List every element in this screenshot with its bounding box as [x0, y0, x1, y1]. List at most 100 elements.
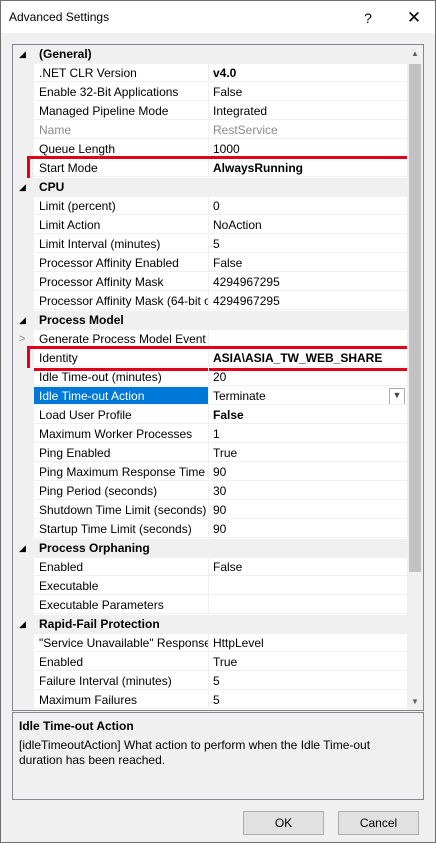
property-value[interactable]: Terminate ▼: [209, 387, 407, 405]
row-gutter: [13, 501, 34, 520]
property-row[interactable]: Startup Time Limit (seconds) 90: [13, 520, 407, 539]
scroll-up-arrow-icon[interactable]: ▲: [407, 45, 423, 62]
property-name[interactable]: Limit Action: [34, 216, 209, 234]
category-row[interactable]: ◢ (General): [13, 45, 407, 64]
property-name[interactable]: Managed Pipeline Mode: [34, 102, 209, 120]
property-value[interactable]: NoAction: [209, 216, 407, 234]
property-row[interactable]: Executable Parameters: [13, 596, 407, 615]
property-value[interactable]: [209, 596, 407, 614]
collapse-toggle-icon[interactable]: ◢: [19, 178, 31, 197]
property-name[interactable]: Ping Period (seconds): [34, 482, 209, 500]
category-row[interactable]: ◢ Process Model: [13, 311, 407, 330]
scroll-down-arrow-icon[interactable]: ▼: [407, 693, 423, 710]
property-row[interactable]: Ping Period (seconds) 30: [13, 482, 407, 501]
close-button[interactable]: ✕: [393, 2, 435, 34]
property-row[interactable]: .NET CLR Version v4.0: [13, 64, 407, 83]
dropdown-arrow-icon[interactable]: ▼: [389, 388, 405, 404]
scrollbar-thumb[interactable]: [409, 64, 421, 572]
property-value[interactable]: 4294967295: [209, 292, 407, 310]
property-name[interactable]: Enable 32-Bit Applications: [34, 83, 209, 101]
property-value[interactable]: 5: [209, 672, 407, 690]
property-row[interactable]: Enabled False: [13, 558, 407, 577]
collapse-toggle-icon[interactable]: ◢: [19, 539, 31, 558]
category-row[interactable]: ◢ Process Orphaning: [13, 539, 407, 558]
property-name[interactable]: Processor Affinity Enabled: [34, 254, 209, 272]
property-value[interactable]: False: [209, 406, 407, 424]
category-row[interactable]: ◢ Rapid-Fail Protection: [13, 615, 407, 634]
property-value[interactable]: 4294967295: [209, 273, 407, 291]
property-value[interactable]: RestService: [209, 121, 407, 139]
property-name[interactable]: Processor Affinity Mask (64-bit o: [34, 292, 209, 310]
title-bar[interactable]: Advanced Settings ? ✕: [1, 1, 435, 33]
property-value[interactable]: True: [209, 653, 407, 671]
property-value[interactable]: 5: [209, 235, 407, 253]
property-value[interactable]: True: [209, 444, 407, 462]
property-row[interactable]: Executable: [13, 577, 407, 596]
property-name[interactable]: Startup Time Limit (seconds): [34, 520, 209, 538]
property-value[interactable]: False: [209, 83, 407, 101]
property-row[interactable]: Name RestService: [13, 121, 407, 140]
property-name[interactable]: Idle Time-out (minutes): [34, 368, 209, 386]
property-name[interactable]: .NET CLR Version: [34, 64, 209, 82]
collapse-toggle-icon[interactable]: ◢: [19, 615, 31, 634]
property-row[interactable]: Enabled True: [13, 653, 407, 672]
property-name[interactable]: Failure Interval (minutes): [34, 672, 209, 690]
property-name[interactable]: "Service Unavailable" Response T: [34, 634, 209, 652]
property-value[interactable]: 20: [209, 368, 407, 386]
property-value[interactable]: 90: [209, 501, 407, 519]
property-row[interactable]: "Service Unavailable" Response T HttpLeve…: [13, 634, 407, 653]
property-row[interactable]: Idle Time-out Action Terminate ▼: [13, 387, 407, 406]
property-name[interactable]: Idle Time-out Action: [34, 387, 209, 405]
property-value[interactable]: HttpLevel: [209, 634, 407, 652]
property-value[interactable]: [209, 577, 407, 595]
property-value[interactable]: 30: [209, 482, 407, 500]
property-row[interactable]: Processor Affinity Mask (64-bit o 4294967…: [13, 292, 407, 311]
property-value[interactable]: False: [209, 254, 407, 272]
property-row[interactable]: Ping Maximum Response Time (90: [13, 463, 407, 482]
property-name[interactable]: Limit Interval (minutes): [34, 235, 209, 253]
property-row[interactable]: Enable 32-Bit Applications False: [13, 83, 407, 102]
property-name[interactable]: Enabled: [34, 558, 209, 576]
property-name[interactable]: Executable Parameters: [34, 596, 209, 614]
property-row[interactable]: Load User Profile False: [13, 406, 407, 425]
property-row[interactable]: Managed Pipeline Mode Integrated: [13, 102, 407, 121]
property-name[interactable]: Name: [34, 121, 209, 139]
property-name[interactable]: Shutdown Time Limit (seconds): [34, 501, 209, 519]
collapse-toggle-icon[interactable]: ◢: [19, 45, 31, 64]
property-row[interactable]: Failure Interval (minutes) 5: [13, 672, 407, 691]
property-value[interactable]: 90: [209, 463, 407, 481]
property-row[interactable]: Ping Enabled True: [13, 444, 407, 463]
property-name[interactable]: Limit (percent): [34, 197, 209, 215]
property-value[interactable]: v4.0: [209, 64, 407, 82]
property-row[interactable]: Limit Action NoAction: [13, 216, 407, 235]
property-name[interactable]: Executable: [34, 577, 209, 595]
property-name[interactable]: Enabled: [34, 653, 209, 671]
property-name[interactable]: Maximum Failures: [34, 691, 209, 709]
expand-arrow-icon[interactable]: >: [19, 330, 25, 348]
property-row[interactable]: Maximum Worker Processes 1: [13, 425, 407, 444]
property-row[interactable]: Processor Affinity Mask 4294967295: [13, 273, 407, 292]
property-row[interactable]: Processor Affinity Enabled False: [13, 254, 407, 273]
property-row[interactable]: Limit (percent) 0: [13, 197, 407, 216]
property-row[interactable]: Limit Interval (minutes) 5: [13, 235, 407, 254]
help-button[interactable]: ?: [351, 2, 385, 34]
ok-button[interactable]: OK: [243, 811, 324, 835]
property-row[interactable]: Maximum Failures 5: [13, 691, 407, 710]
category-row[interactable]: ◢ CPU: [13, 178, 407, 197]
property-value[interactable]: Integrated: [209, 102, 407, 120]
property-name[interactable]: Ping Maximum Response Time (: [34, 463, 209, 481]
property-value[interactable]: 90: [209, 520, 407, 538]
property-name[interactable]: Ping Enabled: [34, 444, 209, 462]
property-value[interactable]: 0: [209, 197, 407, 215]
property-row[interactable]: Shutdown Time Limit (seconds) 90: [13, 501, 407, 520]
property-value[interactable]: False: [209, 558, 407, 576]
property-name[interactable]: Load User Profile: [34, 406, 209, 424]
property-name[interactable]: Maximum Worker Processes: [34, 425, 209, 443]
vertical-scrollbar[interactable]: ▲ ▼: [407, 45, 423, 710]
collapse-toggle-icon[interactable]: ◢: [19, 311, 31, 330]
cancel-button[interactable]: Cancel: [338, 811, 419, 835]
property-row[interactable]: Idle Time-out (minutes) 20: [13, 368, 407, 387]
property-value[interactable]: 1: [209, 425, 407, 443]
property-name[interactable]: Processor Affinity Mask: [34, 273, 209, 291]
property-value[interactable]: 5: [209, 691, 407, 709]
